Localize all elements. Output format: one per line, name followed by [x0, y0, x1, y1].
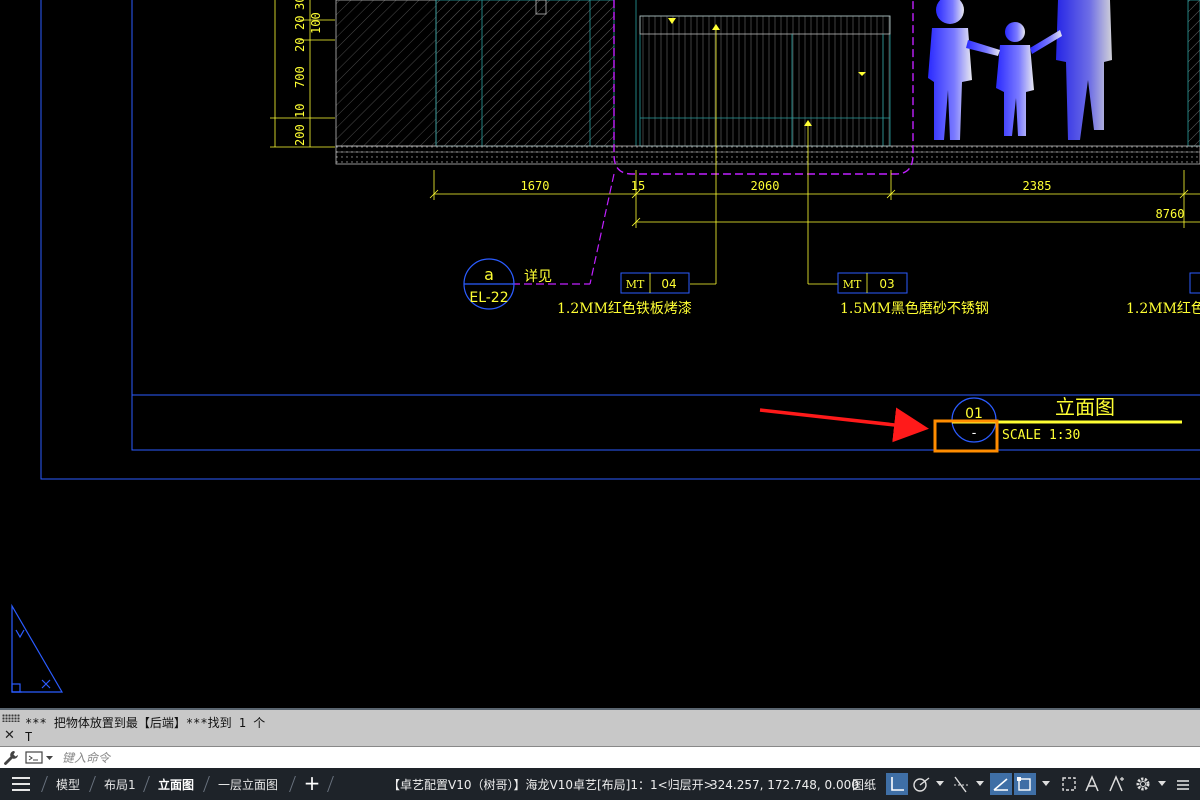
polar-tracking-icon[interactable] — [910, 773, 932, 795]
tab-model[interactable]: 模型 — [50, 774, 86, 796]
grid-snap-icon[interactable] — [886, 773, 908, 795]
gear-icon[interactable] — [1132, 773, 1154, 795]
counter-body — [639, 15, 891, 147]
tab-layout1[interactable]: 布局1 — [98, 774, 142, 796]
chevron-down-icon[interactable] — [1158, 781, 1166, 786]
close-icon[interactable]: ✕ — [4, 729, 15, 743]
glass-panel — [435, 0, 615, 147]
vdim-20a: 20 — [293, 16, 307, 30]
command-input[interactable] — [60, 748, 964, 768]
callout-letter: a — [484, 265, 494, 284]
ucs-icon — [11, 603, 64, 693]
vdim-100: 100 — [309, 12, 323, 34]
tag-num: 04 — [661, 277, 676, 291]
detail-callout[interactable]: a EL-22 — [463, 258, 515, 310]
view-title: 立面图 — [1055, 395, 1115, 419]
customize-menu-icon[interactable] — [1172, 773, 1194, 795]
status-info-text: 【卓艺配置V10（树哥）】海龙V10卓艺[布局]1：1<归层开> — [388, 778, 714, 792]
dim-8760: 8760 — [1156, 207, 1185, 221]
callout-sheet: EL-22 — [469, 290, 508, 306]
people-silhouette — [928, 0, 1112, 140]
material-desc-partial: 1.2MM红色铁 — [1126, 300, 1200, 317]
material-desc-mt04: 1.2MM红色铁板烤漆 — [557, 300, 692, 317]
dim-15: 15 — [631, 179, 645, 193]
chevron-down-icon[interactable] — [1042, 781, 1050, 786]
material-tag-mt04[interactable]: MT 04 — [620, 272, 690, 294]
view-sub: - — [970, 426, 978, 441]
detail-leader — [589, 173, 615, 285]
command-history-line: *** 把物体放置到最【后端】***找到 1 个 — [25, 716, 266, 730]
tag-code: MT — [626, 278, 645, 291]
callout-note: 详见 — [524, 269, 552, 285]
paper-space-toggle[interactable]: 图纸 — [852, 774, 876, 796]
vdim-10: 10 — [293, 104, 307, 118]
material-tag-partial[interactable] — [1189, 272, 1200, 294]
command-history-panel: ✕ *** 把物体放置到最【后端】***找到 1 个 T — [0, 708, 1200, 746]
hatched-wall — [335, 0, 437, 147]
command-prompt-dropdown[interactable] — [25, 750, 55, 765]
command-input-row — [0, 746, 1200, 768]
vdim-20b: 20 — [293, 38, 307, 52]
drawing-canvas[interactable]: 20 30 100 20 700 10 200 1670 15 2060 238… — [0, 0, 1200, 708]
dim-2385: 2385 — [1023, 179, 1052, 193]
wrench-icon[interactable] — [3, 750, 19, 766]
highlight-box — [933, 419, 999, 453]
lineweight-icon[interactable] — [990, 773, 1012, 795]
floor-slab — [335, 145, 1200, 165]
dim-1670: 1670 — [521, 179, 550, 193]
vdim-700: 700 — [293, 66, 307, 88]
right-wall — [1187, 0, 1200, 147]
panel-grip-handle[interactable] — [2, 714, 20, 722]
chevron-down-icon[interactable] — [976, 781, 984, 786]
view-scale: SCALE 1:30 — [1002, 428, 1080, 443]
vdim-30: 30 — [293, 0, 307, 10]
tag-num: 03 — [879, 277, 894, 291]
tab-first-floor-elevation[interactable]: 一层立面图 — [212, 774, 284, 796]
tag-code: MT — [843, 278, 862, 291]
annotation-scale-icon[interactable] — [1082, 773, 1104, 795]
object-snap-tracking-icon[interactable] — [950, 773, 972, 795]
command-history-line: T — [25, 730, 33, 744]
coordinates-readout[interactable]: 324.257, 172.748, 0.000 — [710, 774, 859, 796]
red-arrow — [759, 407, 929, 443]
tab-elevation[interactable]: 立面图 — [152, 774, 200, 796]
add-layout-button[interactable]: + — [302, 773, 322, 793]
material-tag-mt03[interactable]: MT 03 — [837, 272, 908, 294]
annotation-visibility-icon[interactable] — [1106, 773, 1128, 795]
status-bar: 模型 布局1 立面图 一层立面图 + 【卓艺配置V10（树哥）】海龙V10卓艺[… — [0, 768, 1200, 800]
vdim-200: 200 — [293, 124, 307, 146]
chevron-down-icon[interactable] — [936, 781, 944, 786]
object-snap-icon[interactable] — [1014, 773, 1036, 795]
selection-cycle-icon[interactable] — [1058, 773, 1080, 795]
menu-icon[interactable] — [12, 777, 32, 791]
material-desc-mt03: 1.5MM黑色磨砂不锈钢 — [840, 300, 989, 317]
dim-2060: 2060 — [751, 179, 780, 193]
view-title-block[interactable]: 01 - 立面图 SCALE 1:30 — [951, 395, 1182, 443]
